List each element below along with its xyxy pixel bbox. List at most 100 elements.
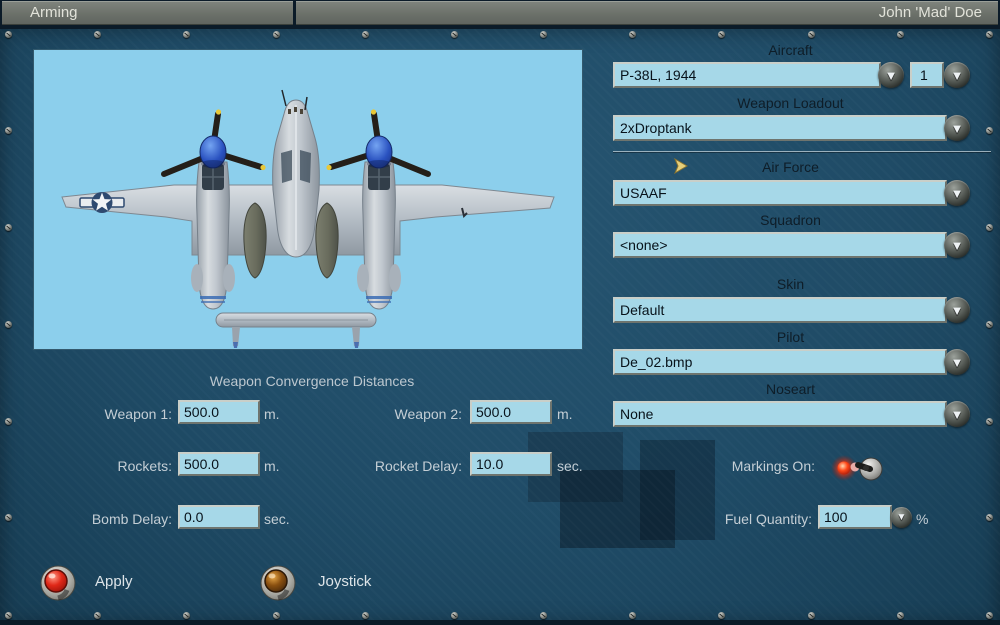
fuel-quantity-input[interactable] <box>818 505 892 529</box>
bottom-frame-edge <box>0 620 1000 625</box>
rocket-delay-input[interactable] <box>470 452 552 476</box>
arming-screen: Arming John 'Mad' Doe Aircraft P-38L, 19… <box>0 0 1000 625</box>
screw-icon <box>718 31 725 38</box>
weapon1-input[interactable] <box>178 400 260 424</box>
bomb-delay-input[interactable] <box>178 505 260 529</box>
player-name: John 'Mad' Doe <box>878 4 982 21</box>
noseart-dropdown-button[interactable]: ▼ <box>944 401 970 427</box>
bomb-delay-label: Bomb Delay: <box>91 511 172 527</box>
screw-icon <box>986 418 993 425</box>
skin-label: Skin <box>776 276 805 292</box>
weapon2-unit: m. <box>557 406 573 422</box>
screw-icon <box>986 127 993 134</box>
weapon2-label: Weapon 2: <box>394 406 462 422</box>
convergence-title: Weapon Convergence Distances <box>209 373 415 389</box>
screw-icon <box>5 321 12 328</box>
weapon1-label: Weapon 1: <box>104 406 172 422</box>
joystick-button[interactable] <box>257 562 299 604</box>
pilot-label: Pilot <box>776 329 805 345</box>
weapon2-input[interactable] <box>470 400 552 424</box>
screw-icon <box>183 31 190 38</box>
markings-light-icon <box>837 461 851 475</box>
squadron-dropdown-button[interactable]: ▼ <box>944 232 970 258</box>
chevron-down-icon: ▼ <box>884 68 898 83</box>
aircraft-count-dropdown-button[interactable]: ▼ <box>944 62 970 88</box>
section-divider <box>613 151 991 152</box>
screw-icon <box>5 224 12 231</box>
squadron-label: Squadron <box>760 212 821 228</box>
chevron-down-icon: ▼ <box>950 238 964 253</box>
chevron-down-icon: ▼ <box>950 407 964 422</box>
markings-toggle[interactable] <box>830 450 888 486</box>
pilot-dropdown-button[interactable]: ▼ <box>944 349 970 375</box>
pilot-select[interactable]: De_02.bmp <box>613 349 947 375</box>
chevron-down-icon: ▼ <box>950 355 964 370</box>
chevron-down-icon: ▼ <box>950 121 964 136</box>
screen-title: Arming <box>30 4 78 21</box>
screw-icon <box>986 31 993 38</box>
aircraft-preview <box>33 49 583 350</box>
screw-icon <box>540 31 547 38</box>
screw-icon <box>94 31 101 38</box>
screw-icon <box>183 612 190 619</box>
loadout-label: Weapon Loadout <box>737 95 844 111</box>
aircraft-count-input[interactable] <box>910 62 944 88</box>
screw-icon <box>5 127 12 134</box>
toggle-lever-base <box>863 465 869 471</box>
screw-icon <box>718 612 725 619</box>
screw-icon <box>629 612 636 619</box>
screw-icon <box>5 612 12 619</box>
joystick-button-cap <box>264 569 288 593</box>
screw-icon <box>897 612 904 619</box>
markings-label: Markings On: <box>731 458 815 474</box>
screw-icon <box>5 31 12 38</box>
airforce-select[interactable]: USAAF <box>613 180 947 206</box>
noseart-select[interactable]: None <box>613 401 947 427</box>
noseart-label: Noseart <box>765 381 816 397</box>
screw-icon <box>362 612 369 619</box>
fuel-unit: % <box>916 511 929 527</box>
joystick-button-label[interactable]: Joystick <box>318 573 371 590</box>
loadout-dropdown-button[interactable]: ▼ <box>944 115 970 141</box>
chevron-down-icon: ▼ <box>950 68 964 83</box>
chevron-down-icon: ▼ <box>896 512 907 523</box>
mouse-cursor-icon <box>674 158 688 175</box>
skin-dropdown-button[interactable]: ▼ <box>944 297 970 323</box>
screw-icon <box>540 612 547 619</box>
skin-select[interactable]: Default <box>613 297 947 323</box>
screw-icon <box>5 418 12 425</box>
screw-icon <box>273 31 280 38</box>
screw-icon <box>986 224 993 231</box>
rockets-label: Rockets: <box>117 458 172 474</box>
aircraft-dropdown-button[interactable]: ▼ <box>878 62 904 88</box>
weapon1-unit: m. <box>264 406 280 422</box>
screw-icon <box>94 612 101 619</box>
screw-icon <box>808 612 815 619</box>
apply-button-label[interactable]: Apply <box>95 573 133 590</box>
rocket-delay-label: Rocket Delay: <box>374 458 462 474</box>
bomb-delay-unit: sec. <box>264 511 290 527</box>
screw-icon <box>986 514 993 521</box>
player-name-tab: John 'Mad' Doe <box>296 1 998 25</box>
screw-icon <box>451 31 458 38</box>
rockets-input[interactable] <box>178 452 260 476</box>
aircraft-top-view-image <box>61 89 555 348</box>
airforce-dropdown-button[interactable]: ▼ <box>944 180 970 206</box>
squadron-select[interactable]: <none> <box>613 232 947 258</box>
screw-icon <box>808 31 815 38</box>
rockets-unit: m. <box>264 458 280 474</box>
screw-icon <box>986 321 993 328</box>
chevron-down-icon: ▼ <box>950 186 964 201</box>
screen-title-tab: Arming <box>2 1 293 25</box>
aircraft-select[interactable]: P-38L, 1944 <box>613 62 881 88</box>
airforce-label: Air Force <box>762 159 819 175</box>
screw-icon <box>362 31 369 38</box>
fuel-quantity-label: Fuel Quantity: <box>724 511 812 527</box>
title-bar: Arming John 'Mad' Doe <box>0 0 1000 26</box>
loadout-select[interactable]: 2xDroptank <box>613 115 947 141</box>
apply-button-red-cap <box>44 569 68 593</box>
fuel-dropdown-button[interactable]: ▼ <box>891 507 912 528</box>
screw-icon <box>5 514 12 521</box>
screw-icon <box>629 31 636 38</box>
apply-button[interactable] <box>37 562 79 604</box>
